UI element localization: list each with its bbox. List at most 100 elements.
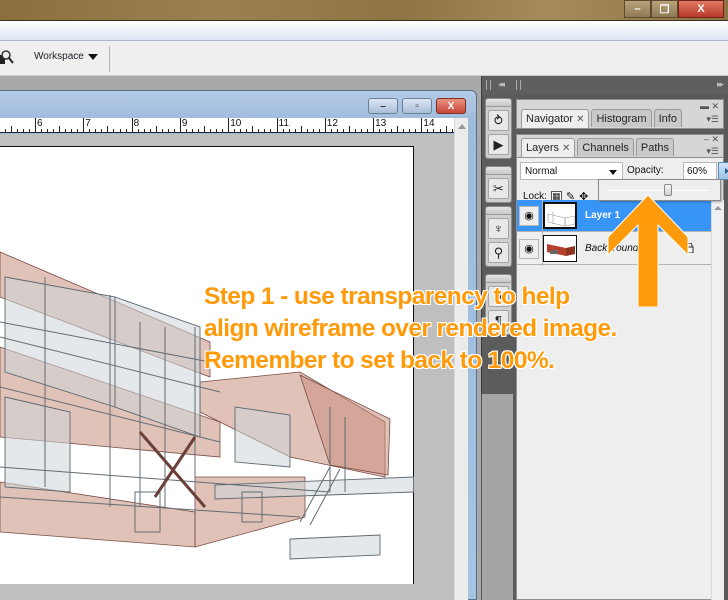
dock-grip-handle-2[interactable] [516, 80, 521, 90]
tab-channels[interactable]: Channels [577, 138, 634, 156]
opacity-label: Opacity: [627, 165, 664, 176]
ruler-label: 8 [133, 118, 140, 129]
ruler-tick [282, 129, 284, 132]
ruler-tick [379, 129, 381, 132]
ruler-tick [191, 129, 193, 132]
brushes-icon[interactable]: ♆ [488, 218, 509, 239]
minimize-button[interactable]: – [624, 0, 651, 18]
ruler-tick [210, 129, 212, 132]
history-icon[interactable]: ⥁ [488, 110, 509, 131]
ruler-tick [409, 129, 411, 132]
opacity-input[interactable]: 60% [683, 162, 717, 180]
ruler-tick [198, 129, 199, 132]
tool-presets-icon[interactable]: ✂ [488, 178, 509, 199]
tab-info[interactable]: Info [653, 109, 682, 127]
ruler-tick [270, 129, 272, 132]
ruler-tick [300, 126, 302, 132]
layers-tabs: Layers ✕ Channels Paths [521, 138, 675, 157]
tutorial-annotation: Step 1 - use transparency to help align … [204, 281, 617, 377]
horizontal-ruler: 6 7 8 9 10 11 12 13 14 [0, 118, 454, 133]
dock-grip-handle[interactable] [486, 80, 491, 90]
tab-histogram[interactable]: Histogram [591, 109, 652, 127]
panel-minimize-close-icon[interactable]: – ✕ [704, 134, 719, 145]
annotation-line: Remember to set back to 100%. [204, 347, 555, 374]
navigator-tabs: Navigator ✕ Histogram Info [521, 109, 682, 128]
ruler-label: 9 [181, 118, 188, 129]
ruler-tick [22, 129, 24, 132]
close-icon: X [447, 100, 455, 112]
document-window-controls: – ▫ X [368, 98, 466, 114]
doc-close-button[interactable]: X [436, 98, 466, 114]
ruler-tick [149, 129, 151, 132]
ruler-tick [330, 129, 332, 132]
ruler-tick [397, 126, 399, 132]
ruler-tick [65, 129, 67, 132]
ruler-tick [354, 129, 356, 132]
ruler-tick [240, 129, 242, 132]
ruler-tick [119, 129, 121, 132]
ruler-tick [89, 129, 91, 132]
tab-layers[interactable]: Layers ✕ [521, 138, 576, 157]
ruler-tick [95, 129, 97, 132]
ruler-tick [385, 129, 387, 132]
ruler-tick [216, 129, 218, 132]
ruler-tick [155, 126, 157, 132]
close-tab-icon[interactable]: ✕ [576, 114, 584, 125]
ruler-tick [427, 129, 429, 132]
ruler-tick [185, 129, 187, 132]
scroll-up-icon[interactable] [458, 124, 466, 129]
blend-mode-select[interactable]: Normal [520, 162, 623, 180]
tab-navigator[interactable]: Navigator ✕ [521, 109, 590, 128]
ruler-tick [101, 129, 103, 132]
close-tab-icon[interactable]: ✕ [562, 143, 570, 154]
doc-minimize-button[interactable]: – [368, 98, 398, 114]
panel-minimize-close-icon[interactable]: ▬ ✕ [700, 101, 719, 112]
ruler-tick [71, 129, 73, 132]
restore-icon: ▫ [415, 100, 419, 112]
opacity-slider-toggle[interactable] [718, 162, 728, 180]
ruler-tick [348, 126, 350, 132]
annotation-line: align wireframe over rendered image. [204, 315, 617, 342]
ruler-tick [391, 129, 393, 132]
clone-source-icon[interactable]: ⚲ [488, 242, 509, 263]
ruler-tick [107, 126, 109, 132]
ruler-tick [433, 129, 435, 132]
visibility-eye-icon[interactable]: ◉ [519, 206, 539, 226]
visibility-eye-icon[interactable]: ◉ [519, 239, 539, 259]
panel-menu-icon[interactable]: ▾☰ [706, 114, 719, 125]
ruler-label: 7 [85, 118, 91, 129]
ruler-tick [439, 129, 441, 132]
ruler-tick [415, 129, 417, 132]
ruler-tick [143, 129, 145, 132]
ruler-tick [451, 129, 453, 132]
scroll-up-icon[interactable] [714, 206, 722, 210]
ruler-label: 12 [326, 118, 338, 129]
zoom-tool-icon[interactable] [0, 49, 14, 65]
opacity-slider-track[interactable] [607, 190, 709, 191]
ruler-tick [318, 129, 320, 132]
restore-button[interactable]: ❐ [651, 0, 678, 18]
tab-paths[interactable]: Paths [635, 138, 675, 156]
workspace-dropdown[interactable]: Workspace [34, 51, 98, 62]
ruler-label: 10 [230, 118, 242, 129]
layer-thumbnail [543, 202, 577, 229]
ruler-tick [16, 129, 18, 132]
chevron-down-icon [87, 53, 98, 60]
expand-dock-icon[interactable]: ▸▸ [717, 79, 724, 90]
icon-group-history: ⥁ ▶ [485, 98, 512, 159]
ruler-tick [403, 129, 405, 132]
restore-icon: ❐ [659, 3, 670, 16]
ruler-tick [252, 126, 254, 132]
panel-menu-icon[interactable]: ▾☰ [706, 146, 719, 157]
close-button[interactable]: X [678, 0, 724, 18]
collapse-dock-icon[interactable]: ◂◂ [498, 79, 505, 90]
layers-scrollbar[interactable] [711, 200, 724, 600]
icon-group-brushes: ♆ ⚲ [485, 206, 512, 267]
annotation-arrow-icon [607, 195, 689, 307]
ruler-label: 14 [423, 118, 435, 129]
doc-restore-button[interactable]: ▫ [402, 98, 432, 114]
minimize-icon: – [634, 3, 641, 15]
panel-dock-header: ◂◂ ▸▸ [481, 76, 728, 94]
actions-play-icon[interactable]: ▶ [488, 134, 509, 155]
annotation-line: Step 1 - use transparency to help [204, 283, 570, 310]
